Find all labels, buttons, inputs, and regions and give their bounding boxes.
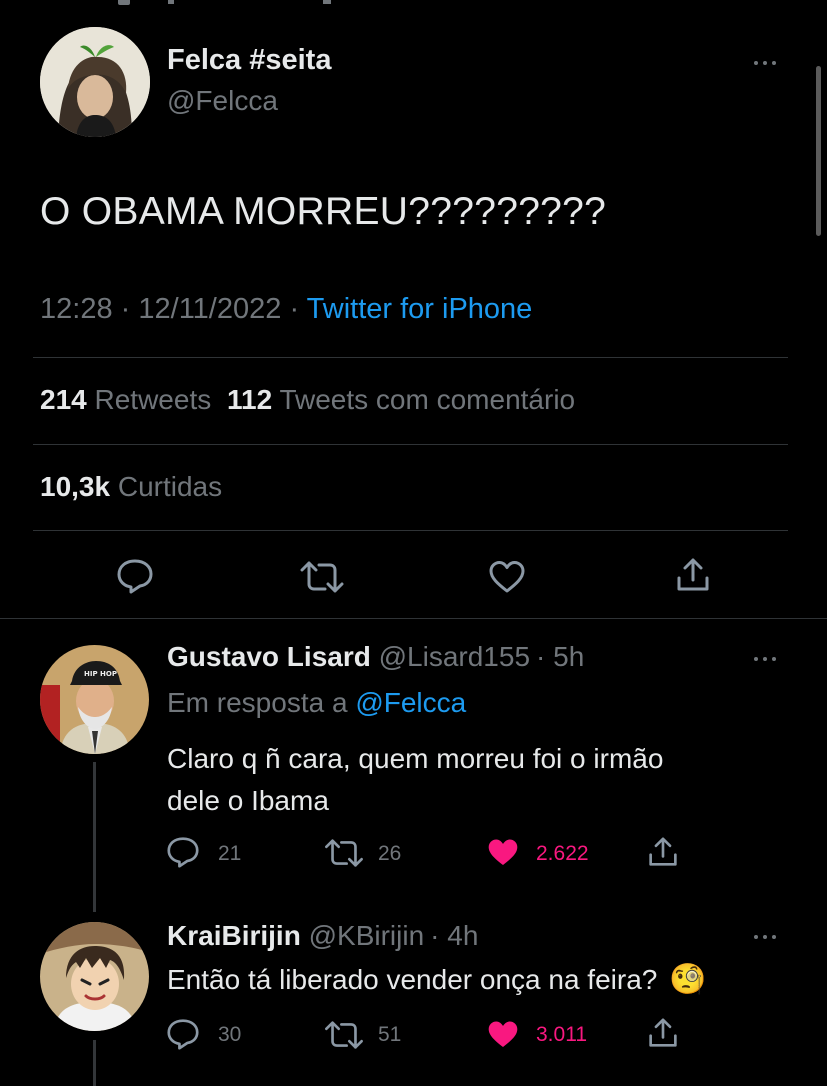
divider (33, 530, 788, 531)
meta-separator: · (120, 293, 131, 325)
quotes-label: Tweets com comentário (279, 384, 576, 415)
avatar-image (40, 922, 149, 1031)
retweet-count: 51 (378, 1023, 402, 1046)
meta-separator: · (289, 293, 300, 325)
share-icon[interactable] (648, 1016, 678, 1050)
retweets-stat[interactable]: 214 Retweets (40, 384, 219, 415)
reply-text-line: dele o Ibama (167, 785, 329, 816)
tweet-time[interactable]: 12:28 (40, 293, 113, 325)
reply-time[interactable]: · 4h (430, 920, 478, 951)
reply-text-line: Claro q ñ cara, quem morreu foi o irmão (167, 743, 664, 774)
avatar-image: HIP HOP (40, 645, 149, 754)
reply-count: 21 (218, 842, 242, 865)
like-icon[interactable] (486, 1019, 520, 1050)
retweets-label: Retweets (94, 384, 212, 415)
reply-icon[interactable] (166, 1018, 200, 1050)
handle[interactable]: @Lisard155 (379, 641, 530, 672)
retweet-count: 26 (378, 842, 402, 865)
retweet-icon[interactable] (324, 1020, 364, 1050)
tweet-meta: 12:28 · 12/11/2022 · Twitter for iPhone (40, 293, 532, 326)
thread-line (93, 1040, 96, 1086)
divider (33, 357, 788, 358)
reply-text: Claro q ñ cara, quem morreu foi o irmão … (167, 738, 663, 822)
likes-label: Curtidas (117, 471, 223, 502)
quotes-stat[interactable]: 112 Tweets com comentário (227, 384, 575, 415)
avatar[interactable]: HIP HOP (40, 645, 149, 754)
display-name[interactable]: KraiBirijin (167, 920, 301, 951)
quotes-count: 112 (227, 384, 273, 415)
reply-icon[interactable] (116, 558, 154, 594)
reply-icon[interactable] (166, 836, 200, 868)
handle[interactable]: @Felcca (167, 85, 278, 117)
tweet-source[interactable]: Twitter for iPhone (307, 293, 533, 325)
engagement-stats: 214 Retweets 112 Tweets com comentário (40, 384, 575, 416)
retweet-icon[interactable] (300, 560, 344, 594)
thread-line (93, 762, 96, 912)
reply-context: Em resposta a @Felcca (167, 687, 466, 719)
divider (33, 444, 788, 445)
more-options-icon[interactable] (754, 58, 784, 68)
tweet-date[interactable]: 12/11/2022 (138, 293, 281, 325)
reply-time[interactable]: · 5h (536, 641, 584, 672)
monocle-face-emoji: 🧐 (669, 962, 707, 997)
like-count: 2.622 (536, 842, 589, 865)
scrollbar[interactable] (816, 66, 821, 236)
more-options-icon[interactable] (754, 932, 784, 942)
like-icon[interactable] (488, 560, 526, 594)
display-name[interactable]: Felca #seita (167, 44, 331, 77)
likes-count: 10,3k (40, 471, 111, 502)
more-options-icon[interactable] (754, 654, 784, 664)
reply-text-line: Então tá liberado vender onça na feira? (167, 964, 658, 995)
avatar[interactable] (40, 27, 150, 137)
reply-text: Então tá liberado vender onça na feira? … (167, 962, 706, 997)
like-icon[interactable] (486, 837, 520, 868)
like-count: 3.011 (536, 1023, 587, 1046)
reply-context-mention[interactable]: @Felcca (355, 687, 466, 718)
share-icon[interactable] (648, 835, 678, 869)
previous-tweet-remnant (118, 0, 418, 6)
share-icon[interactable] (676, 556, 710, 594)
display-name[interactable]: Gustavo Lisard (167, 641, 371, 672)
retweets-count: 214 (40, 384, 87, 415)
reply-header: Gustavo Lisard @Lisard155 · 5h (167, 641, 584, 673)
avatar-image (40, 27, 150, 137)
divider (0, 618, 827, 619)
retweet-icon[interactable] (324, 838, 364, 868)
likes-stat[interactable]: 10,3k Curtidas (40, 471, 222, 503)
avatar-cap-text: HIP HOP (84, 670, 117, 678)
tweet-text: O OBAMA MORREU????????? (40, 190, 607, 233)
handle[interactable]: @KBirijin (309, 920, 425, 951)
avatar[interactable] (40, 922, 149, 1031)
reply-count: 30 (218, 1023, 242, 1046)
reply-header: KraiBirijin @KBirijin · 4h (167, 920, 478, 952)
reply-context-prefix: Em resposta a (167, 687, 348, 718)
